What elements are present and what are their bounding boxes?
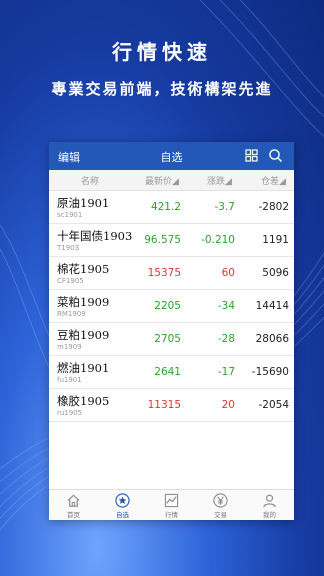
- tab-label: 我的: [263, 511, 276, 519]
- table-row[interactable]: 菜粕1909 RM1909 2205 -34 14414: [49, 290, 294, 323]
- contract-name: 十年国债1903: [57, 229, 133, 243]
- column-header-name[interactable]: 名称: [81, 174, 99, 187]
- price-change: -0.210: [201, 234, 235, 246]
- promo-title: 行情快速: [112, 40, 212, 64]
- home-icon: [67, 494, 80, 507]
- column-header-change[interactable]: 涨跌◢: [207, 174, 232, 187]
- edit-button[interactable]: 编辑: [58, 149, 80, 165]
- price-change: -28: [217, 333, 235, 345]
- table-row[interactable]: 燃油1901 fu1901 2641 -17 -15690: [49, 356, 294, 389]
- position-diff: 1191: [262, 234, 289, 246]
- latest-price: 2205: [154, 300, 181, 312]
- tab-label: 自选: [116, 511, 129, 519]
- tab-home[interactable]: 首页: [49, 490, 98, 520]
- search-icon[interactable]: [268, 148, 283, 163]
- price-change: -34: [217, 300, 235, 312]
- contract-name: 棉花1905: [57, 262, 110, 276]
- latest-price: 96.575: [144, 234, 181, 246]
- tab-label: 行情: [165, 511, 178, 519]
- position-diff: -2802: [258, 201, 289, 213]
- sort-triangle-icon: ◢: [172, 177, 179, 187]
- position-diff: 5096: [262, 267, 289, 279]
- table-row[interactable]: 原油1901 sc1901 421.2 -3.7 -2802: [49, 191, 294, 224]
- table-row[interactable]: 十年国债1903 T1903 96.575 -0.210 1191: [49, 224, 294, 257]
- contract-code: ru1905: [57, 409, 83, 417]
- star-icon: [115, 493, 130, 508]
- contract-code: RM1909: [57, 310, 86, 318]
- position-diff: -2054: [258, 399, 289, 411]
- contract-name: 燃油1901: [57, 361, 110, 375]
- tab-trade[interactable]: 交易: [196, 490, 245, 520]
- grid-icon[interactable]: [245, 149, 258, 162]
- position-diff: 28066: [255, 333, 289, 345]
- sort-triangle-icon: ◢: [279, 177, 286, 187]
- top-nav-bar: 编辑 自选: [49, 142, 294, 170]
- column-header-price[interactable]: 最新价◢: [145, 174, 179, 187]
- tab-market[interactable]: 行情: [147, 490, 196, 520]
- tab-watchlist[interactable]: 自选: [98, 490, 147, 520]
- phone-screen: 编辑 自选 名称 最新价◢ 涨跌◢ 仓差◢ 原油1901 sc1901 421.…: [49, 142, 294, 520]
- contract-code: CF1905: [57, 277, 84, 285]
- bottom-tab-bar: 首页 自选 行情 交易 我的: [49, 489, 294, 520]
- position-diff: 14414: [255, 300, 289, 312]
- latest-price: 11315: [147, 399, 181, 411]
- price-change: -3.7: [214, 201, 236, 213]
- chart-icon: [164, 493, 179, 508]
- contract-code: T1903: [57, 244, 80, 252]
- column-header-position[interactable]: 仓差◢: [261, 174, 286, 187]
- column-header-position-label: 仓差: [261, 177, 280, 187]
- tab-label: 首页: [67, 511, 80, 519]
- table-row[interactable]: 豆粕1909 m1909 2705 -28 28066: [49, 323, 294, 356]
- tab-label: 交易: [214, 511, 227, 519]
- price-change: 20: [221, 399, 235, 411]
- promo-subtitle: 專業交易前端，技術構架先進: [51, 80, 273, 98]
- latest-price: 2641: [154, 366, 181, 378]
- price-change: 60: [221, 267, 235, 279]
- position-diff: -15690: [251, 366, 289, 378]
- column-header-price-label: 最新价: [145, 177, 173, 187]
- contract-code: m1909: [57, 343, 82, 351]
- contract-code: sc1901: [57, 211, 83, 219]
- contract-name: 豆粕1909: [57, 328, 110, 342]
- column-header-row: 名称 最新价◢ 涨跌◢ 仓差◢: [49, 170, 294, 191]
- latest-price: 2705: [154, 333, 181, 345]
- sort-triangle-icon: ◢: [225, 177, 232, 187]
- latest-price: 421.2: [150, 201, 181, 213]
- latest-price: 15375: [147, 267, 181, 279]
- price-change: -17: [217, 366, 235, 378]
- table-row[interactable]: 橡胶1905 ru1905 11315 20 -2054: [49, 389, 294, 422]
- column-header-change-label: 涨跌: [207, 177, 226, 187]
- watchlist-table: 原油1901 sc1901 421.2 -3.7 -2802 十年国债1903 …: [49, 191, 294, 422]
- tab-profile[interactable]: 我的: [245, 490, 294, 520]
- contract-name: 菜粕1909: [57, 295, 110, 309]
- contract-name: 橡胶1905: [57, 394, 110, 408]
- contract-code: fu1901: [57, 376, 82, 384]
- user-icon: [263, 494, 276, 508]
- table-row[interactable]: 棉花1905 CF1905 15375 60 5096: [49, 257, 294, 290]
- yen-icon: [213, 493, 228, 508]
- contract-name: 原油1901: [57, 196, 110, 210]
